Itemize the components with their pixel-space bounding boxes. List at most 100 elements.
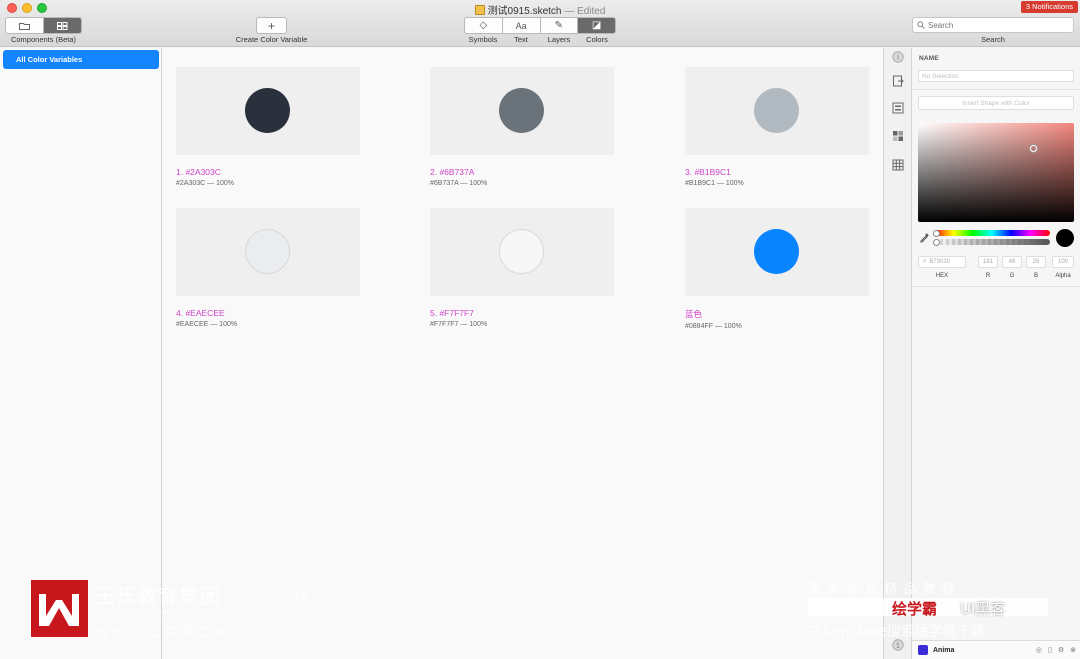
table-grid-icon[interactable] [891,158,905,172]
swatch-box [176,67,360,155]
swatch-box [685,67,869,155]
components-segmented-control [5,17,82,34]
sidebar: All Color Variables [0,48,162,659]
export-icon[interactable] [891,74,905,88]
tab-layers[interactable]: ✎ [539,18,578,33]
components-list-view-button[interactable] [6,18,43,33]
watermark-right-brand-red: 绘学霸 [892,600,938,618]
color-meta: #6B737A — 100% [430,180,488,187]
notifications-label: 3 Notifications [1025,2,1073,11]
color-meta: #0884FF — 100% [685,323,742,330]
color-name: 4. #EAECEE [176,308,225,318]
color-swatch [754,88,799,133]
notifications-badge[interactable]: 3 Notifications [1020,1,1078,13]
b-field[interactable]: 26 [1026,256,1046,268]
color-name: 蓝色 [685,309,703,319]
watermark-right-top: 更 多 免 费 精 品 教 程 [808,582,956,597]
layer-styles-icon[interactable] [891,101,905,115]
r-value: 181 [982,259,993,265]
hue-handle[interactable] [933,230,940,237]
alpha-slider[interactable] [934,239,1050,245]
tab-colors[interactable]: ◪ [577,18,615,33]
color-name: 3. #B1B9C1 [685,167,731,177]
color-card[interactable]: 1. #2A303C #2A303C — 100% [176,67,360,187]
window-title: 测试0915.sketch — Edited [0,2,1080,17]
color-swatch [754,229,799,274]
alpha-value: 100 [1057,259,1068,265]
name-field[interactable]: No Selection [918,70,1074,82]
sidebar-item-all-color-variables[interactable]: All Color Variables [3,50,159,69]
tab-symbols[interactable]: ◇ [465,18,502,33]
color-swatch [499,229,544,274]
create-color-variable-button[interactable]: + [256,17,287,34]
swatch-box [430,67,614,155]
picker-handle[interactable] [1030,145,1037,152]
insert-shape-button[interactable]: Insert Shape with Color [918,96,1074,110]
tab-text[interactable]: Aa [501,18,540,33]
color-meta: #F7F7F7 — 100% [430,321,488,328]
r-field[interactable]: 181 [978,256,998,268]
alpha-handle[interactable] [933,239,940,246]
search-field[interactable] [912,17,1074,33]
alpha-label: Alpha [1055,273,1071,279]
divider [912,89,1080,90]
components-label: Components (Beta) [10,35,77,44]
symbols-icon: ◇ [479,20,488,31]
color-card[interactable]: 3. #B1B9C1 #B1B9C1 — 100% [685,67,869,187]
anima-logo-icon [918,645,928,655]
search-input[interactable] [928,20,1068,30]
text-icon: Aa [515,20,527,31]
alpha-field[interactable]: 100 [1052,256,1074,268]
color-swatch [245,229,290,274]
anima-plugin-bar: Anima ◎ ▯ ⚙ ⊗ [912,640,1080,659]
name-placeholder: No Selection [922,72,959,80]
b-label: B [1033,273,1038,279]
swatch-box [176,208,360,296]
r-label: R [985,273,991,279]
color-meta: #EAECEE — 100% [176,321,238,328]
document-name: 测试0915.sketch [487,6,562,17]
grid-icon [57,21,68,30]
gear-icon[interactable]: ⚙ [1058,646,1064,654]
color-name: 5. #F7F7F7 [430,308,474,318]
swatch-box [430,208,614,296]
panel-icon[interactable]: ▯ [1048,646,1052,654]
hex-field[interactable]: # B73030 [918,256,966,268]
color-swatch [245,88,290,133]
info-icon[interactable]: i [891,50,905,64]
tab-symbols-label: Symbols [468,35,498,44]
watermark-slogan: 以人为本 [265,589,309,602]
color-card[interactable]: 蓝色 #0884FF — 100% [685,208,869,330]
create-color-variable-label: Create Color Variable [235,35,308,44]
preview-icon[interactable]: ◎ [1036,646,1042,654]
color-card[interactable]: 4. #EAECEE #EAECEE — 100% [176,208,360,328]
watermark-right-bottom: 在AppStore搜索绘学霸下载 [808,624,985,640]
hex-value: B73030 [929,259,951,265]
hue-slider[interactable] [934,230,1050,236]
close-icon[interactable]: ⊗ [1070,646,1076,654]
tab-text-label: Text [514,35,528,44]
plus-icon: + [267,18,275,33]
eyedropper-icon[interactable] [919,232,930,243]
name-label: NAME [919,55,939,62]
color-card[interactable]: 2. #6B737A #6B737A — 100% [430,67,614,187]
components-grid-view-button[interactable] [43,18,81,33]
colors-icon: ◪ [591,20,602,31]
layers-icon: ✎ [554,20,564,31]
watermark-divider [95,612,328,613]
insert-shape-label: Insert Shape with Color [962,99,1030,107]
swatch-box [685,208,869,296]
saturation-brightness-picker[interactable] [918,123,1074,222]
swatches-icon[interactable] [891,129,905,143]
g-label: G [1009,273,1015,279]
g-value: 48 [1008,259,1016,265]
color-card[interactable]: 5. #F7F7F7 #F7F7F7 — 100% [430,208,614,328]
g-field[interactable]: 48 [1002,256,1022,268]
color-name: 2. #6B737A [430,167,475,177]
color-meta: #2A303C — 100% [176,180,234,187]
color-variables-grid: 1. #2A303C #2A303C — 100% 2. #6B737A #6B… [162,48,883,659]
tab-layers-label: Layers [547,35,571,44]
inspector-panel: NAME No Selection Insert Shape with Colo… [912,48,1080,659]
current-color-preview [1056,229,1074,247]
color-swatch [499,88,544,133]
